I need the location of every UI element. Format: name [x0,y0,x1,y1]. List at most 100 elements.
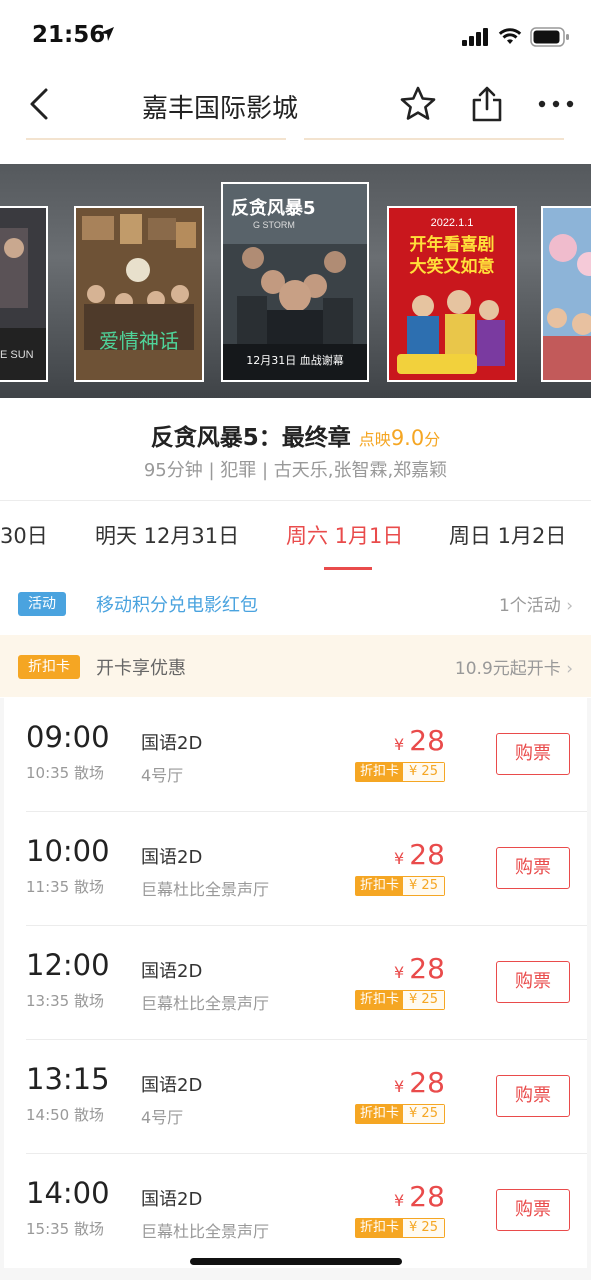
movie-meta: 95分钟 | 犯罪 | 古天乐,张智霖,郑嘉颖 [143,460,448,481]
score-label: 点映 [358,430,391,449]
nav-bar: 嘉丰国际影城 [0,70,591,140]
status-bar: 21:56 [0,0,591,70]
home-indicator[interactable] [190,1258,402,1265]
movie-score: 9.0 [390,426,425,450]
buy-ticket-button[interactable]: 购票 [496,847,570,889]
tab-date-30[interactable]: 30日 [0,520,48,550]
showtime-row[interactable]: 09:00 10:35 散场 国语2D 4号厅 ¥ 28 折扣卡 ¥ 25 购票 [4,698,587,812]
start-time: 12:00 [26,948,110,982]
card-price: ¥ 25 [403,763,444,781]
hall-name: 巨幕杜比全景声厅 [141,880,270,899]
start-time: 14:00 [26,1176,110,1210]
date-tabs: 30日 明天 12月31日 周六 1月1日 周日 1月2日 [0,500,591,572]
page-title: 嘉丰国际影城 [141,94,298,124]
showtime-row[interactable]: 13:15 14:50 散场 国语2D 4号厅 ¥ 28 折扣卡 ¥ 25 购票 [4,1040,587,1154]
poster-g-storm-sub: G STORM [253,220,295,230]
language-format: 国语2D [141,1075,203,1096]
start-time: 10:00 [26,834,110,868]
end-time: 14:50 散场 [26,1106,104,1124]
buy-ticket-button[interactable]: 购票 [496,1189,570,1231]
card-label: 折扣卡 [356,763,404,781]
language-format: 国语2D [141,1189,203,1210]
poster-carousel[interactable]: E SUN 爱情神话 反贪风暴5 G STORM 12月31日 血战谢幕 202… [0,164,591,398]
poster-love-myth-caption: 爱情神话 [99,329,179,353]
buy-ticket-button[interactable]: 购票 [496,733,570,775]
card-price: ¥ 25 [403,991,444,1009]
activity-count: 1个活动 › [499,591,573,616]
poster-comedy-date: 2022.1.1 [431,217,474,229]
active-tab-indicator [324,567,372,570]
end-time: 10:35 散场 [26,764,104,782]
favorite-star-icon[interactable] [398,84,438,124]
showtime-row[interactable]: 14:00 15:35 散场 国语2D 巨幕杜比全景声厅 ¥ 28 折扣卡 ¥ 2… [4,1154,587,1268]
wifi-icon [498,28,522,44]
price: ¥ 28 [394,724,445,757]
price: ¥ 28 [394,1180,445,1213]
currency-symbol: ¥ [394,963,405,982]
poster-comedy-caption2: 大笑又如意 [410,256,495,277]
price-value: 28 [409,952,445,985]
buy-ticket-button[interactable]: 购票 [496,961,570,1003]
tab-date-sat[interactable]: 周六 1月1日 [286,520,403,550]
start-time: 13:15 [26,1062,110,1096]
poster-left-partial[interactable]: E SUN [0,206,48,382]
discount-card-price: 折扣卡 ¥ 25 [355,1218,445,1238]
price-value: 28 [409,838,445,871]
chevron-right-icon: › [566,659,573,679]
share-icon[interactable] [470,84,504,124]
currency-symbol: ¥ [394,1077,405,1096]
nav-divider-right [304,138,564,140]
cellular-signal-icon [462,28,488,46]
language-format: 国语2D [141,733,203,754]
movie-title-line: 反贪风暴5：最终章 点映9.0分 [0,418,591,452]
end-time: 15:35 散场 [26,1220,104,1238]
tab-date-sun[interactable]: 周日 1月2日 [449,520,566,550]
poster-comedy[interactable]: 2022.1.1 开年看喜剧 大笑又如意 [387,206,517,382]
poster-comedy-caption: 开年看喜剧 [410,234,495,255]
card-label: 折扣卡 [356,877,404,895]
hall-name: 4号厅 [141,1108,184,1127]
discount-card-price: 折扣卡 ¥ 25 [355,876,445,896]
nav-divider-left [26,138,286,140]
currency-symbol: ¥ [394,849,405,868]
discount-card-price: 折扣卡 ¥ 25 [355,762,445,782]
activity-text: 移动积分兑电影红包 [96,595,258,616]
card-price: ¥ 25 [403,1219,444,1237]
price: ¥ 28 [394,952,445,985]
price-value: 28 [409,1066,445,1099]
price: ¥ 28 [394,838,445,871]
more-options-icon[interactable] [538,100,574,108]
card-label: 折扣卡 [356,1105,404,1123]
showtime-list: 09:00 10:35 散场 国语2D 4号厅 ¥ 28 折扣卡 ¥ 25 购票 … [0,698,591,1280]
tab-date-tomorrow[interactable]: 明天 12月31日 [95,520,239,550]
poster-left-caption: E SUN [0,349,34,361]
discount-badge: 折扣卡 [18,655,80,679]
battery-icon [530,27,569,47]
poster-love-myth[interactable]: 爱情神话 [74,206,204,382]
location-arrow-icon [100,27,114,41]
poster-g-storm-title: 反贪风暴5 [231,197,316,219]
discount-card-row[interactable]: 折扣卡 开卡享优惠 10.9元起开卡 › [0,635,591,697]
score-unit: 分 [424,430,441,449]
hall-name: 巨幕杜比全景声厅 [141,994,270,1013]
showtime-row[interactable]: 12:00 13:35 散场 国语2D 巨幕杜比全景声厅 ¥ 28 折扣卡 ¥ 2… [4,926,587,1040]
showtime-row[interactable]: 10:00 11:35 散场 国语2D 巨幕杜比全景声厅 ¥ 28 折扣卡 ¥ 2… [4,812,587,926]
poster-g-storm[interactable]: 反贪风暴5 G STORM 12月31日 血战谢幕 [221,182,369,382]
hall-name: 巨幕杜比全景声厅 [141,1222,270,1241]
poster-right-partial[interactable] [541,206,591,382]
activity-badge: 活动 [18,592,66,616]
currency-symbol: ¥ [394,1191,405,1210]
discount-price: 10.9元起开卡 › [455,654,573,679]
activity-row[interactable]: 活动 移动积分兑电影红包 1个活动 › [0,572,591,634]
discount-price-text: 10.9元起开卡 [454,659,561,679]
discount-card-price: 折扣卡 ¥ 25 [355,1104,445,1124]
card-label: 折扣卡 [356,1219,404,1237]
card-price: ¥ 25 [403,877,444,895]
end-time: 13:35 散场 [26,992,104,1010]
movie-title: 反贪风暴5：最终章 [150,425,351,451]
discount-text: 开卡享优惠 [96,658,186,679]
poster-g-storm-date: 12月31日 血战谢幕 [246,353,344,367]
chevron-right-icon: › [566,596,573,616]
buy-ticket-button[interactable]: 购票 [496,1075,570,1117]
price-value: 28 [409,724,445,757]
